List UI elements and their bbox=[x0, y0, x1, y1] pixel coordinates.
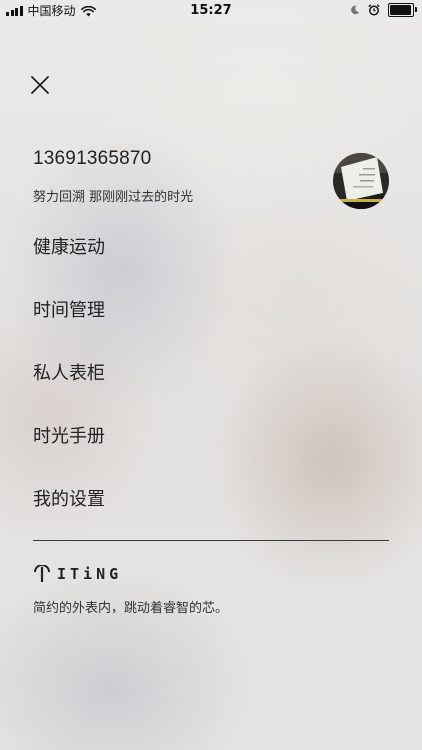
profile-phone-number: 13691365870 bbox=[33, 148, 152, 169]
menu-item-my-settings[interactable]: 我的设置 bbox=[33, 488, 105, 512]
menu-item-time-handbook[interactable]: 时光手册 bbox=[33, 425, 105, 449]
brand-slogan: 简约的外表内，跳动着睿智的芯。 bbox=[33, 601, 229, 616]
moon-icon bbox=[351, 5, 360, 15]
brand-name: ITiNG bbox=[57, 565, 123, 583]
avatar[interactable] bbox=[333, 153, 389, 209]
brand-t-icon bbox=[34, 565, 50, 582]
divider bbox=[33, 540, 389, 541]
close-icon bbox=[31, 76, 49, 94]
battery-icon bbox=[388, 3, 417, 17]
status-right bbox=[350, 3, 417, 17]
menu-item-health-exercise[interactable]: 健康运动 bbox=[33, 236, 105, 260]
battery-level bbox=[390, 5, 411, 15]
status-bar: 中国移动 15:27 bbox=[0, 0, 422, 22]
menu-item-private-watch-cabinet[interactable]: 私人表柜 bbox=[33, 362, 105, 386]
profile-motto: 努力回溯 那刚刚过去的时光 bbox=[33, 190, 194, 205]
brand-logo: ITiNG bbox=[33, 565, 122, 583]
avatar-photo bbox=[333, 153, 389, 209]
menu-item-time-management[interactable]: 时间管理 bbox=[33, 299, 105, 323]
close-button[interactable] bbox=[28, 73, 52, 97]
alarm-clock-icon bbox=[368, 4, 380, 16]
